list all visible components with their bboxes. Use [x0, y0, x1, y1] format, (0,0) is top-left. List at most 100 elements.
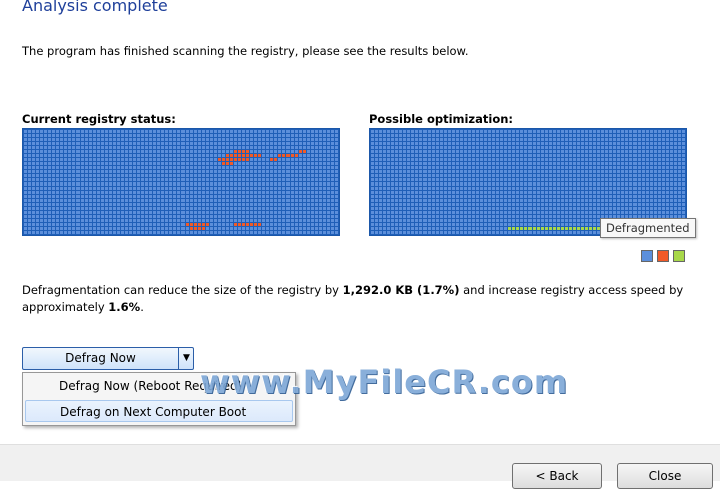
registry-block [242, 170, 246, 174]
registry-block [564, 202, 568, 206]
registry-block [371, 230, 375, 234]
registry-block [673, 202, 677, 206]
registry-block [399, 182, 403, 186]
registry-block [528, 210, 532, 214]
registry-block [221, 210, 225, 214]
registry-block [294, 178, 298, 182]
registry-block [500, 138, 504, 142]
registry-block [185, 230, 189, 234]
registry-block [173, 218, 177, 222]
registry-block [128, 214, 133, 218]
registry-block [286, 186, 290, 190]
registry-block [512, 190, 516, 194]
registry-block [169, 150, 173, 154]
registry-block [653, 182, 657, 186]
registry-block [645, 138, 649, 142]
registry-block [613, 190, 617, 194]
registry-block [225, 142, 229, 146]
registry-block [141, 230, 145, 234]
registry-block [52, 154, 56, 158]
registry-block [657, 182, 661, 186]
close-button[interactable]: Close [617, 463, 713, 489]
registry-block [286, 202, 290, 206]
registry-block [548, 166, 552, 170]
registry-block [532, 158, 536, 162]
registry-block [423, 154, 427, 158]
registry-block [88, 162, 92, 166]
registry-block [552, 134, 556, 138]
registry-block [524, 190, 528, 194]
registry-block [100, 198, 104, 202]
registry-block [447, 198, 451, 202]
registry-block [552, 210, 556, 214]
registry-block [379, 210, 383, 214]
registry-block [185, 202, 189, 206]
dropdown-arrow-icon[interactable]: ▼ [178, 348, 194, 369]
registry-block [532, 214, 536, 218]
defragmented-tooltip: Defragmented [600, 218, 696, 238]
registry-block [72, 218, 76, 222]
registry-block [580, 150, 585, 154]
registry-block [318, 166, 322, 170]
registry-block [326, 186, 330, 190]
registry-block [258, 146, 262, 150]
registry-block [427, 198, 431, 202]
registry-block [157, 138, 161, 142]
registry-block [64, 190, 68, 194]
registry-block [500, 230, 504, 234]
registry-block [617, 142, 621, 146]
registry-block [310, 154, 314, 158]
registry-block [625, 210, 629, 214]
registry-block [564, 138, 568, 142]
registry-block [548, 182, 552, 186]
registry-block [274, 154, 278, 158]
registry-block [141, 190, 145, 194]
registry-block [387, 186, 391, 190]
registry-block [92, 210, 96, 214]
registry-block [40, 218, 44, 222]
registry-block [455, 190, 459, 194]
registry-block [548, 198, 552, 202]
registry-block [593, 142, 597, 146]
registry-block [633, 210, 637, 214]
registry-block [173, 154, 177, 158]
registry-block [278, 218, 282, 222]
defrag-split-button[interactable]: Defrag Now ▼ [22, 347, 194, 370]
registry-block [24, 162, 28, 166]
registry-block [435, 194, 439, 198]
registry-block [431, 134, 435, 138]
registry-block [96, 202, 100, 206]
registry-block [597, 186, 601, 190]
registry-block [383, 218, 387, 222]
registry-block [314, 134, 318, 138]
menu-item-defrag-next-boot[interactable]: Defrag on Next Computer Boot [25, 400, 293, 422]
registry-block [322, 226, 326, 230]
registry-block [326, 158, 330, 162]
registry-block [322, 182, 326, 186]
registry-block [145, 194, 149, 198]
registry-block [246, 182, 250, 186]
registry-block [197, 170, 201, 174]
registry-block [488, 218, 492, 222]
registry-block [153, 166, 157, 170]
registry-block [601, 146, 605, 150]
defrag-now-button[interactable]: Defrag Now [23, 348, 178, 369]
registry-block [536, 154, 540, 158]
registry-block [24, 198, 28, 202]
registry-block [60, 214, 64, 218]
registry-block [128, 134, 133, 138]
registry-block [48, 190, 52, 194]
registry-block [116, 166, 120, 170]
registry-block [238, 170, 242, 174]
registry-block [92, 226, 96, 230]
registry-block [124, 206, 128, 210]
registry-block [621, 150, 625, 154]
registry-block [371, 202, 375, 206]
registry-block [334, 134, 338, 138]
registry-block [44, 194, 48, 198]
registry-block [475, 206, 480, 210]
registry-block [270, 214, 274, 218]
back-button[interactable]: < Back [512, 463, 602, 489]
registry-block [645, 166, 649, 170]
registry-block [84, 218, 88, 222]
